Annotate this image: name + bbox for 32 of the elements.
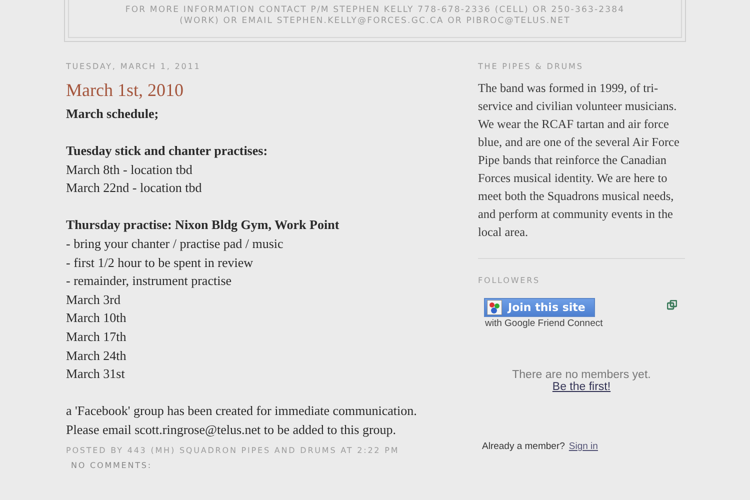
post-line: March 24th	[66, 346, 128, 365]
member-prompt: Already a member?	[482, 441, 565, 452]
post-line: March 17th	[66, 328, 128, 346]
sign-in-link[interactable]: Sign in	[568, 441, 598, 452]
post-title: March 1st, 2010	[66, 79, 184, 101]
sidebar-heading: FOLLOWERS	[478, 276, 542, 285]
be-first-link[interactable]: Be the first!	[552, 381, 611, 393]
contact-info: (WORK) OR EMAIL STEPHEN.KELLY@FORCES.GC.CA OR PIBROC@TELUS.NET	[178, 16, 572, 27]
contact-info: FOR MORE INFORMATION CONTACT P/M STEPHEN KELLY 778-678-2336 (CELL) OR 250-363-2384	[124, 5, 626, 16]
comments-link[interactable]: NO COMMENTS:	[66, 460, 152, 470]
post-footer: POSTED BY 443 (MH) SQUADRON PIPES AND DRUMS AT 2:22 PM	[66, 446, 440, 455]
post-heading: Tuesday stick and chanter practises:	[66, 142, 269, 160]
sidebar-heading: THE PIPES & DRUMS	[478, 62, 584, 71]
post-heading: Thursday practise: Nixon Bldg Gym, Work Point	[66, 216, 340, 234]
post-line: March 10th	[66, 309, 128, 328]
post-line: March 8th - location tbd	[66, 160, 194, 179]
no-members-text: There are no members yet.	[512, 369, 651, 381]
post-heading: March schedule;	[66, 105, 160, 123]
friends-icon	[487, 300, 502, 315]
about-text: The band was formed in 1999, of tri-service and civilian volunteer musicians. We wear the RCAF tartan and air force blue, and are one of the several Air Force Pipe bands that reinforce the Canadian Forces musical identity. We are here to meet both the Squadrons musical needs, and perform at community events in the local area.	[478, 80, 680, 241]
join-button[interactable]: Join this site	[484, 298, 595, 317]
post-line: Please email scott.ringrose@telus.net to be added to this group.	[66, 420, 398, 439]
post-date: TUESDAY, MARCH 1, 2011	[66, 62, 202, 71]
post-line: - first 1/2 hour to be spent in review	[66, 254, 254, 272]
post-line: March 31st	[66, 365, 126, 384]
post-line: - bring your chanter / practise pad / music	[66, 234, 284, 253]
post-line: March 3rd	[66, 290, 122, 309]
join-caption: with Google Friend Connect	[484, 318, 604, 329]
post-line: - remainder, instrument practise	[66, 272, 233, 290]
post-line: a 'Facebook' group has been created for immediate communication.	[66, 402, 418, 420]
post-line: March 22nd - location tbd	[66, 179, 203, 198]
popout-icon[interactable]	[667, 300, 677, 310]
